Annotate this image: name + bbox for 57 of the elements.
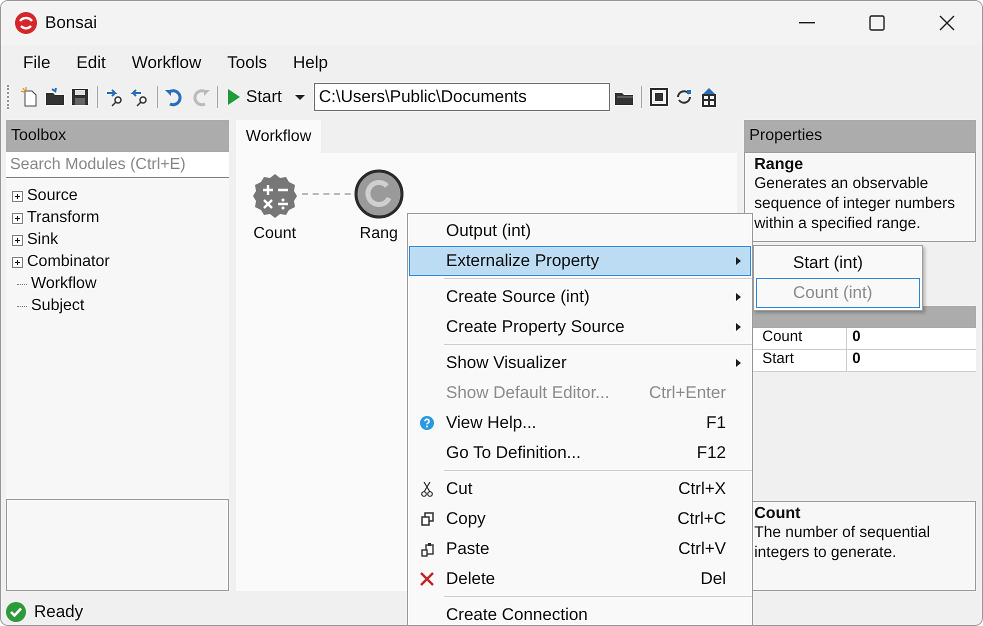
panel-header: Toolbox	[6, 120, 229, 152]
menu-item[interactable]: Edit	[64, 48, 118, 76]
menu-item[interactable]: Help	[280, 48, 340, 76]
menu-item[interactable]: Create Source (int)	[409, 282, 751, 312]
help-icon	[420, 416, 434, 430]
help-title: Count	[754, 505, 802, 523]
tree-item[interactable]: Subject	[31, 297, 84, 315]
property-title: Range	[754, 156, 804, 174]
scissors-icon	[421, 482, 433, 496]
expand-icon[interactable]	[12, 256, 23, 268]
tree-item[interactable]: Combinator	[27, 253, 110, 271]
group-icon[interactable]	[648, 86, 670, 108]
path-field[interactable]: C:\Users\Public\Documents	[314, 82, 610, 110]
tree-item[interactable]: Workflow	[31, 275, 96, 293]
calculator-icon[interactable]	[252, 173, 298, 219]
play-icon	[228, 88, 240, 104]
menu-item[interactable]: Externalize Property	[409, 246, 751, 276]
panel-header: Properties	[744, 120, 976, 152]
app-logo-icon	[15, 12, 37, 34]
property-value[interactable]: 0	[847, 350, 861, 371]
menu-item[interactable]: Paste Ctrl+V	[409, 534, 751, 564]
menu-item[interactable]: Tools	[215, 48, 279, 76]
menu-item[interactable]: Workflow	[120, 48, 214, 76]
menu-item[interactable]: Start (int)	[756, 248, 920, 278]
tree-item[interactable]: Source	[27, 187, 78, 205]
menu-item[interactable]: Go To Definition... F12	[409, 438, 751, 468]
close-icon[interactable]	[939, 15, 955, 31]
menu-item[interactable]: Copy Ctrl+C	[409, 504, 751, 534]
source-node-icon[interactable]	[354, 169, 404, 219]
node-label: Rang	[360, 225, 398, 243]
open-folder-icon[interactable]	[44, 86, 66, 108]
maximize-icon[interactable]	[869, 15, 885, 31]
ready-check-icon	[6, 602, 26, 622]
status-text: Ready	[34, 602, 84, 622]
expand-icon[interactable]	[12, 234, 23, 246]
expand-icon[interactable]	[12, 190, 23, 202]
workflow-tab[interactable]: Workflow	[236, 120, 322, 153]
clipboard-icon	[420, 542, 434, 556]
menu-item[interactable]: View Help... F1	[409, 408, 751, 438]
menu-item[interactable]: Create Connection	[409, 600, 751, 625]
menu-item[interactable]: Output (int)	[409, 216, 751, 246]
property-description: Generates an observable sequence of integer numbers within a specified range.	[754, 174, 956, 234]
tree-item[interactable]: Sink	[27, 231, 58, 249]
help-text: The number of sequential integers to generate.	[754, 523, 932, 563]
copy-icon	[420, 512, 434, 526]
menu-item[interactable]: Delete Del	[409, 564, 751, 594]
tree-item[interactable]: Transform	[27, 209, 100, 227]
menu-item[interactable]: File	[11, 48, 62, 76]
delete-icon	[420, 572, 434, 586]
menu-item[interactable]: Cut Ctrl+X	[409, 474, 751, 504]
window-title: Bonsai	[45, 13, 98, 33]
search-field[interactable]: Search Modules (Ctrl+E)	[6, 152, 229, 178]
expand-icon[interactable]	[12, 212, 23, 224]
node-label: Count	[253, 225, 296, 243]
property-value[interactable]: 0	[847, 328, 861, 349]
minimize-icon[interactable]	[799, 22, 815, 24]
start-button[interactable]: Start	[224, 84, 286, 108]
